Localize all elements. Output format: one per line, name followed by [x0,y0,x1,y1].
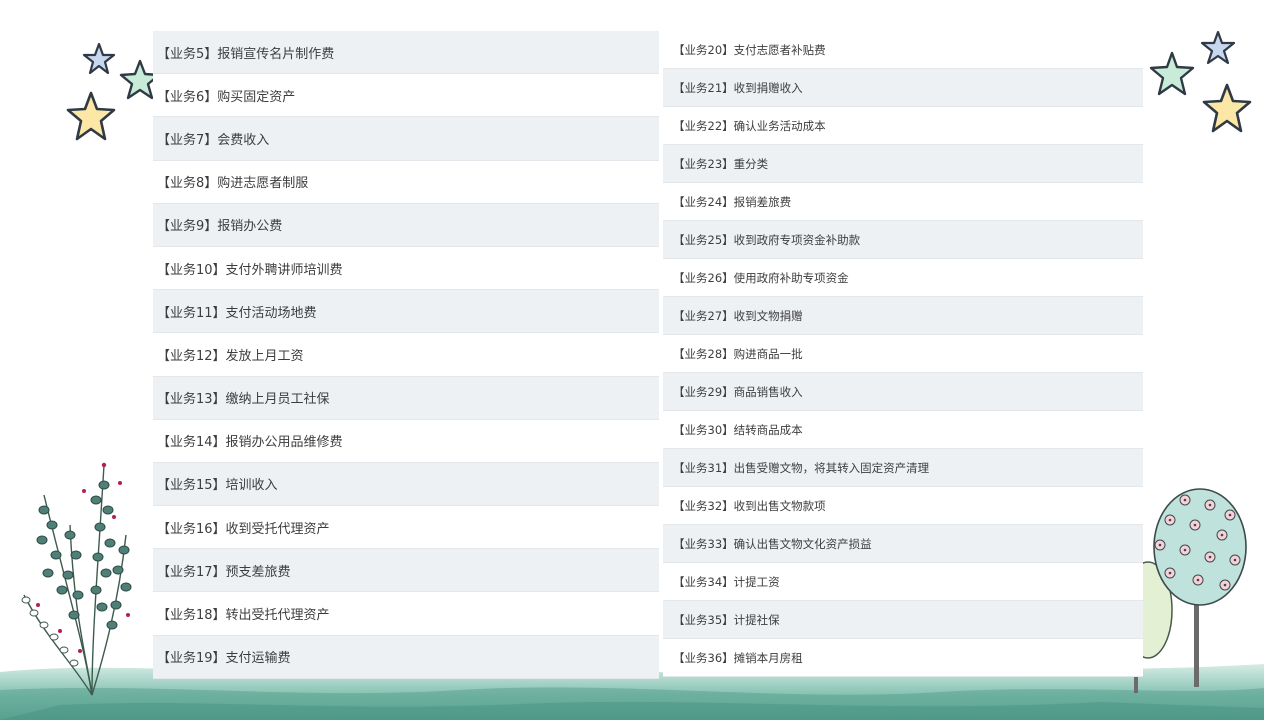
list-item: 【业务31】出售受赠文物，将其转入固定资产清理 [663,449,1143,487]
business-list-left: 【业务5】报销宣传名片制作费 【业务6】购买固定资产 【业务7】会费收入 【业务… [153,31,659,679]
list-item: 【业务26】使用政府补助专项资金 [663,259,1143,297]
list-item: 【业务12】发放上月工资 [153,333,659,377]
list-item: 【业务34】计提工资 [663,563,1143,601]
star-icon [66,91,116,141]
list-item: 【业务14】报销办公用品维修费 [153,419,659,463]
list-item: 【业务32】收到出售文物款项 [663,487,1143,525]
tree-illustration [1130,488,1247,693]
list-item: 【业务27】收到文物捐赠 [663,297,1143,335]
list-item: 【业务18】转出受托代理资产 [153,592,659,636]
list-item: 【业务22】确认业务活动成本 [663,107,1143,145]
plant-illustration [21,462,132,696]
star-icon [1202,83,1252,133]
list-item: 【业务16】收到受托代理资产 [153,506,659,550]
list-item: 【业务28】购进商品一批 [663,335,1143,373]
list-item: 【业务6】购买固定资产 [153,74,659,118]
star-icon [1149,51,1195,96]
list-item: 【业务24】报销差旅费 [663,183,1143,221]
list-item: 【业务5】报销宣传名片制作费 [153,31,659,75]
list-item: 【业务25】收到政府专项资金补助款 [663,221,1143,259]
list-item: 【业务17】预支差旅费 [153,549,659,593]
list-item: 【业务30】结转商品成本 [663,411,1143,449]
list-item: 【业务23】重分类 [663,145,1143,183]
list-item: 【业务33】确认出售文物文化资产损益 [663,525,1143,563]
list-item: 【业务7】会费收入 [153,117,659,161]
list-item: 【业务29】商品销售收入 [663,373,1143,411]
list-item: 【业务11】支付活动场地费 [153,290,659,334]
star-icon [82,42,116,75]
list-item: 【业务20】支付志愿者补贴费 [663,31,1143,69]
list-item: 【业务35】计提社保 [663,601,1143,639]
list-item: 【业务10】支付外聘讲师培训费 [153,246,659,291]
list-item: 【业务8】购进志愿者制服 [153,160,659,204]
list-item: 【业务15】培训收入 [153,462,659,507]
list-item: 【业务13】缴纳上月员工社保 [153,376,659,420]
list-item: 【业务19】支付运输费 [153,635,659,679]
list-item: 【业务9】报销办公费 [153,203,659,247]
list-item: 【业务21】收到捐赠收入 [663,69,1143,107]
business-list-right: 【业务20】支付志愿者补贴费 【业务21】收到捐赠收入 【业务22】确认业务活动… [663,31,1143,677]
star-icon [1200,30,1236,65]
list-item: 【业务36】摊销本月房租 [663,639,1143,677]
